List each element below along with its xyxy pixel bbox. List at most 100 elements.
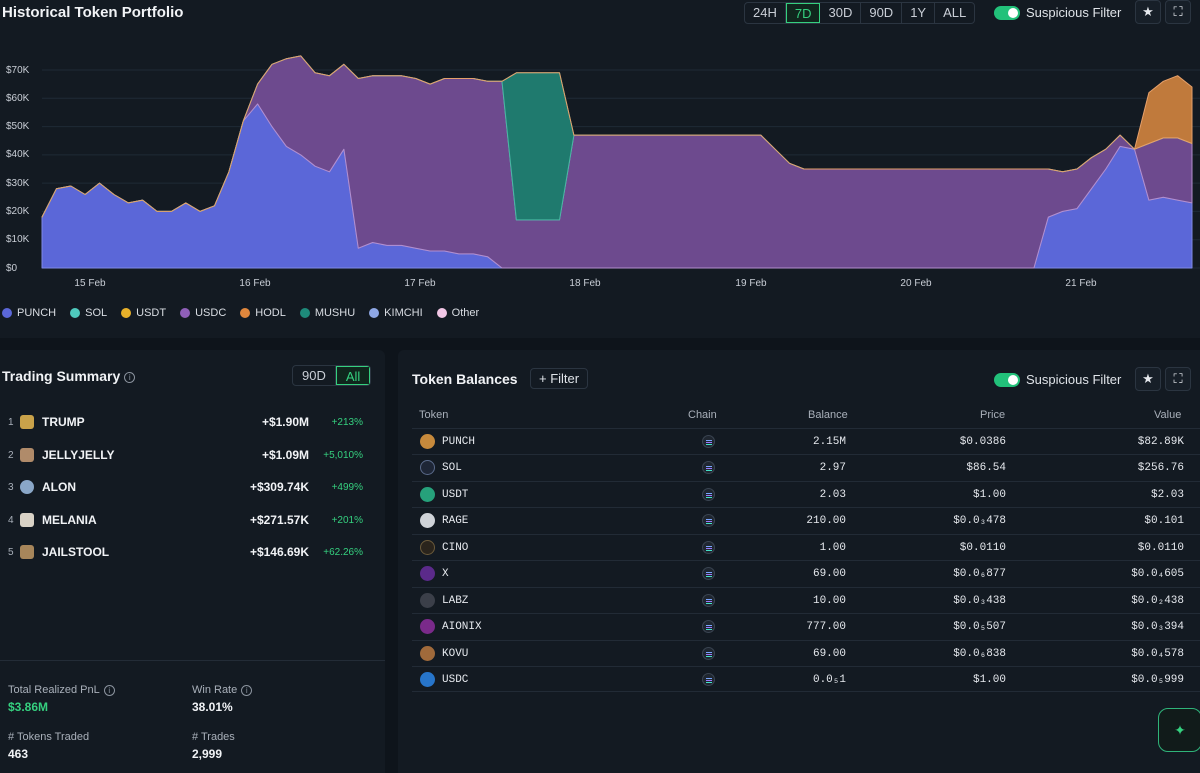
legend-item-sol[interactable]: SOL [70,307,107,319]
token-value: $0.0₂438 [1131,595,1184,607]
stats-divider [0,660,385,661]
chart-legend: PUNCH SOL USDT USDC HODL MUSHU KIMCHI Ot… [2,307,479,319]
token-value: $0.0110 [1137,542,1184,554]
rank-number: 1 [8,416,14,428]
token-balances-panel: Token Balances + Filter Suspicious Filte… [398,350,1200,773]
info-icon[interactable]: i [103,684,115,696]
trading-row[interactable]: 3 ALON +$309.74K +499% [0,471,385,503]
legend-item-usdt[interactable]: USDT [121,307,166,319]
solana-chain-icon [702,647,715,660]
trading-row[interactable]: 2 JELLYJELLY +$1.09M +5,010% [0,439,385,471]
token-balance: 2.97 [819,462,846,474]
token-value: $2.03 [1150,489,1184,501]
solana-chain-icon [702,461,715,474]
token-symbol: CINO [442,542,469,554]
token-avatar [20,415,34,429]
token-symbol: RAGE [442,515,469,527]
info-icon[interactable]: i [124,371,136,383]
table-row[interactable]: X 69.00 $0.0₆877 $0.0₄605 [412,560,1200,586]
period-all-button[interactable]: All [335,366,371,385]
y-tick: $30K [6,178,30,189]
table-row[interactable]: LABZ 10.00 $0.0₃438 $0.0₂438 [412,587,1200,613]
table-row[interactable]: KOVU 69.00 $0.0₆838 $0.0₄578 [412,640,1200,666]
token-price: $0.0₃438 [953,595,1006,607]
token-symbol: KOVU [442,648,469,660]
legend-dot [436,308,447,318]
col-price[interactable]: Price [980,409,1005,421]
token-pnl-percent: +62.26% [323,546,363,558]
trading-row[interactable]: 5 JAILSTOOL +$146.69K +62.26% [0,536,385,568]
y-tick: $60K [6,93,30,104]
trading-row[interactable]: 1 TRUMP +$1.90M +213% [0,406,385,438]
token-value: $0.101 [1144,515,1184,527]
token-balance: 10.00 [812,595,846,607]
table-row[interactable]: USDT 2.03 $1.00 $2.03 [412,481,1200,507]
legend-item-kimchi[interactable]: KIMCHI [369,307,423,319]
tokens-traded-label: # Tokens Traded [8,731,90,743]
col-token[interactable]: Token [419,409,448,421]
balances-expand-button[interactable]: ⛶ [1165,367,1191,391]
trading-summary-title: Trading Summary i [2,368,136,384]
table-row[interactable]: PUNCH 2.15M $0.0386 $82.89K [412,428,1200,454]
token-balance: 69.00 [812,568,846,580]
table-row[interactable]: SOL 2.97 $86.54 $256.76 [412,454,1200,480]
token-name: ALON [42,480,76,494]
table-row[interactable]: USDC 0.0₅1 $1.00 $0.0₅999 [412,666,1200,692]
ai-assistant-button[interactable]: ✦ [1158,708,1200,752]
filter-button[interactable]: + Filter [530,368,589,389]
solana-chain-icon [702,594,715,607]
token-avatar [420,460,435,475]
token-pnl: +$271.57K [249,513,309,527]
table-row[interactable]: AIONIX 777.00 $0.0₅507 $0.0₃394 [412,613,1200,639]
legend-item-usdc[interactable]: USDC [180,307,226,319]
y-tick: $50K [6,121,30,132]
rank-number: 3 [8,481,14,493]
period-90d-button[interactable]: 90D [293,366,336,385]
table-row[interactable]: RAGE 210.00 $0.0₃478 $0.101 [412,507,1200,533]
token-avatar [420,646,435,661]
token-price: $1.00 [972,489,1006,501]
realized-pnl-label-text: Total Realized PnL [8,684,100,696]
realized-pnl-value: $3.86M [8,700,49,714]
token-pnl-percent: +5,010% [323,449,363,461]
solana-chain-icon [702,514,715,527]
legend-label: Other [451,307,480,319]
legend-item-punch[interactable]: PUNCH [2,307,56,319]
table-row[interactable]: CINO 1.00 $0.0110 $0.0110 [412,534,1200,560]
balances-suspicious-toggle[interactable] [994,372,1020,387]
info-icon[interactable]: i [241,684,253,696]
solana-chain-icon [702,673,715,686]
token-avatar [420,487,435,502]
token-symbol: USDC [442,674,469,686]
token-value: $0.0₅999 [1131,674,1184,686]
legend-label: USDT [136,307,167,319]
solana-chain-icon [702,541,715,554]
token-avatar [420,672,435,687]
legend-item-other[interactable]: Other [436,307,480,319]
token-avatar [420,566,435,581]
token-price: $0.0₆838 [953,648,1006,660]
solana-chain-icon [702,488,715,501]
token-avatar [20,513,34,527]
token-value: $256.76 [1137,462,1184,474]
col-value[interactable]: Value [1154,409,1181,421]
col-balance[interactable]: Balance [808,409,848,421]
y-tick: $40K [6,149,30,160]
trading-summary-panel: Trading Summary i 90D All 1 TRUMP +$1.90M… [0,350,385,773]
trading-row[interactable]: 4 MELANIA +$271.57K +201% [0,504,385,536]
token-price: $0.0386 [959,436,1006,448]
x-tick: 18 Feb [569,278,601,289]
balances-star-button[interactable]: ★ [1135,367,1161,391]
legend-item-hodl[interactable]: HODL [240,307,286,319]
legend-dot [180,308,191,318]
token-balance: 69.00 [812,648,846,660]
col-chain[interactable]: Chain [688,409,717,421]
token-pnl: +$1.09M [261,448,309,462]
legend-dot [2,308,12,318]
solana-chain-icon [702,620,715,633]
balances-suspicious-filter: Suspicious Filter [994,372,1121,387]
token-avatar [420,540,435,555]
legend-label: KIMCHI [384,307,423,319]
legend-dot [70,308,81,318]
legend-item-mushu[interactable]: MUSHU [299,307,355,319]
